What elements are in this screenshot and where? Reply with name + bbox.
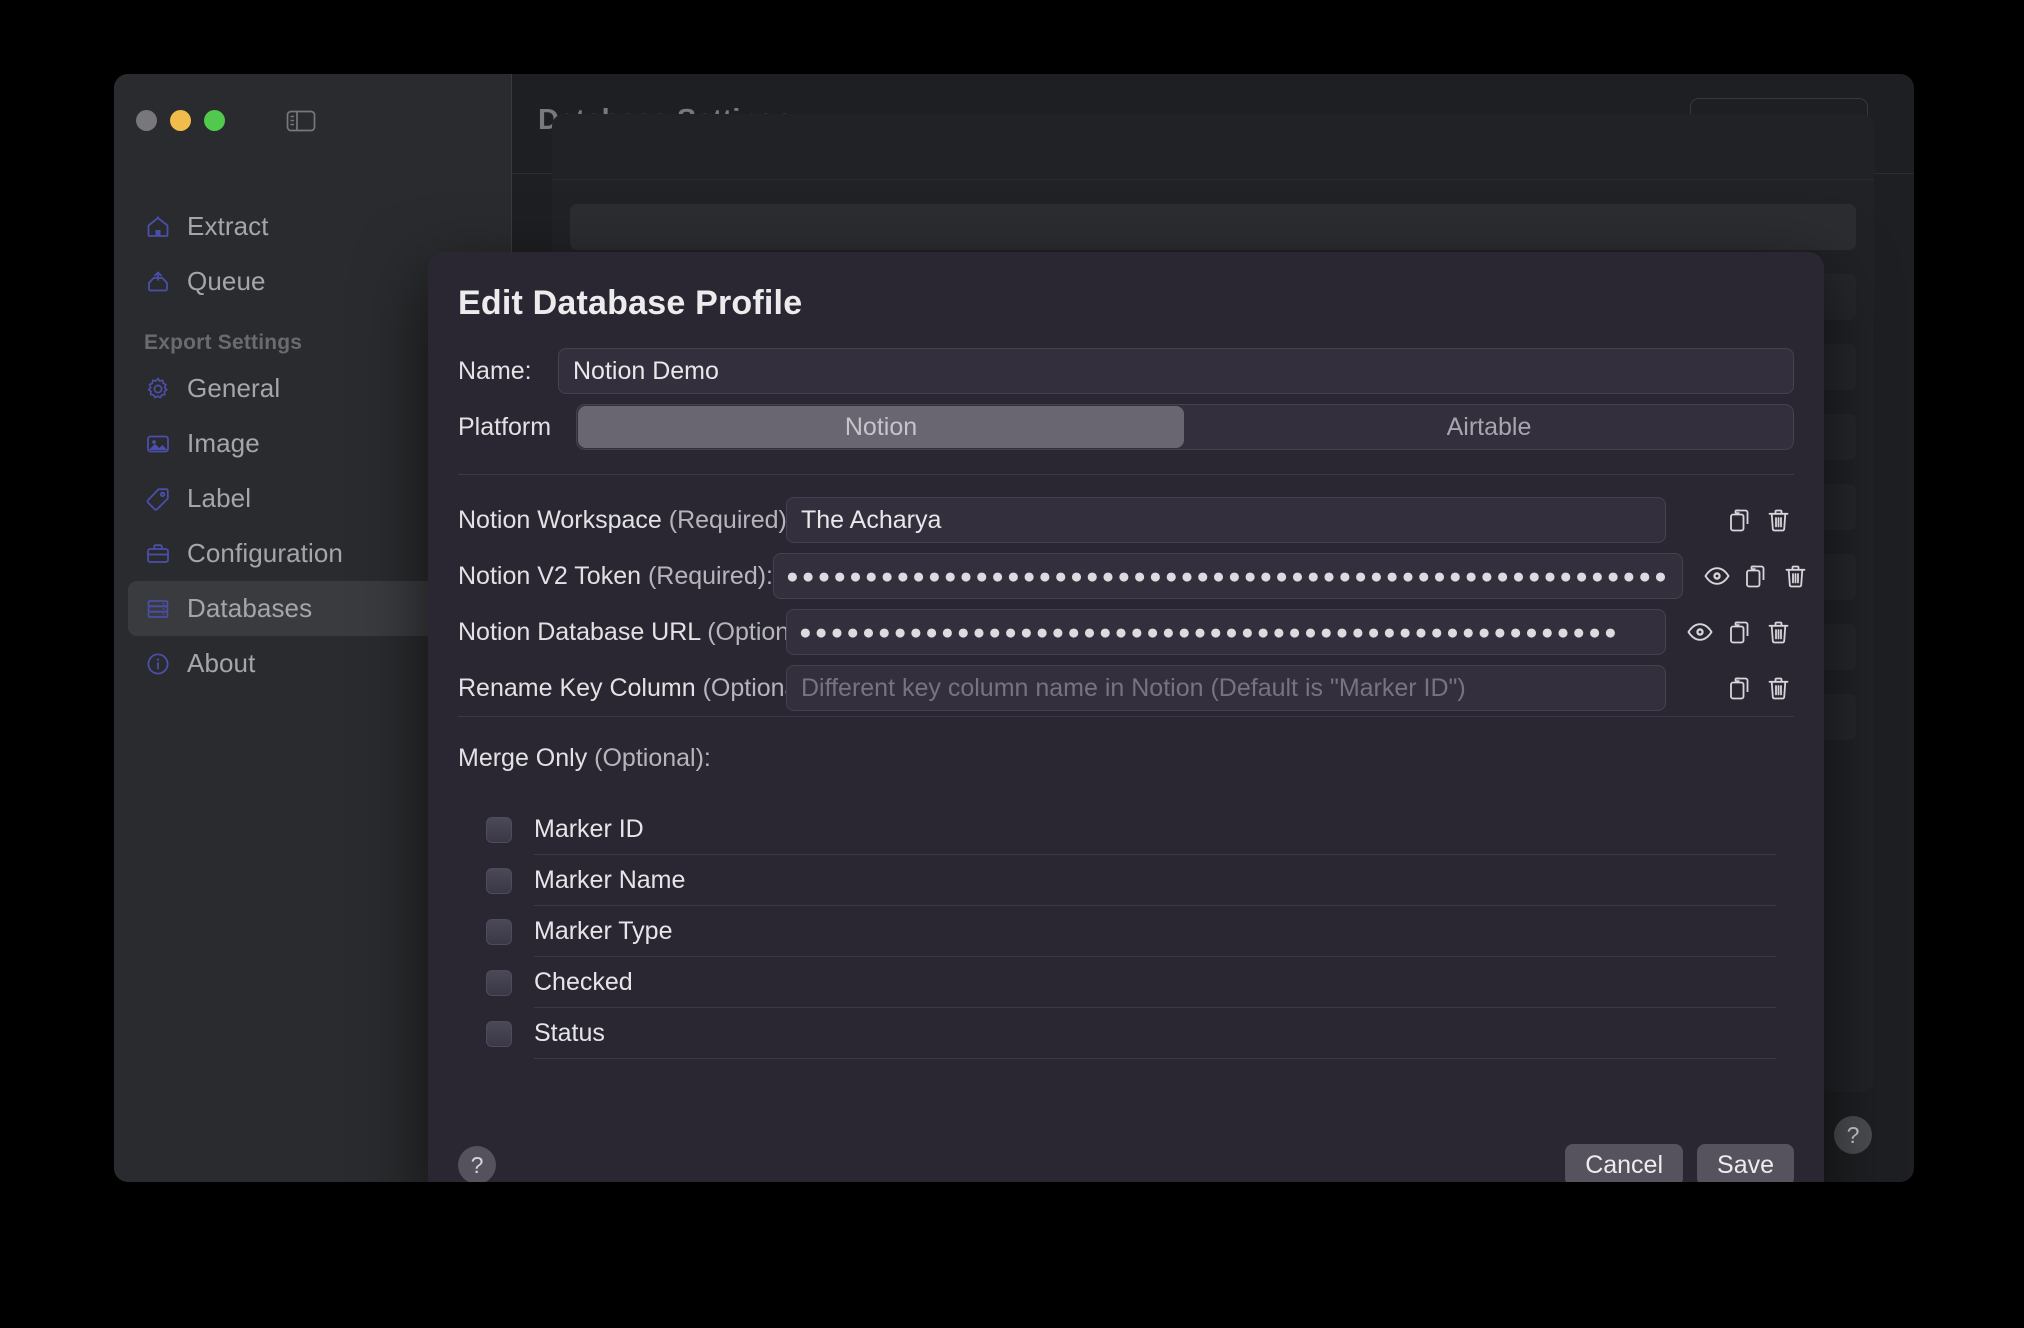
merge-item-label: Checked [534,967,633,996]
merge-checkbox-status[interactable] [486,1020,512,1047]
merge-item-label: Marker ID [534,814,644,843]
merge-item: Marker ID [486,804,1776,855]
sidebar-item-extract[interactable]: Extract [128,199,497,254]
eye-icon[interactable] [1701,557,1732,595]
sidebar-item-label: Image [187,428,260,458]
rename-key-column-row: Rename Key Column (Optional): [458,660,1794,716]
image-icon [144,430,172,458]
merge-item-label: Marker Type [534,916,673,945]
copy-icon[interactable] [1723,613,1754,651]
eye-icon-slot-empty [1684,669,1715,707]
merge-only-list: Marker ID Marker Name Marker Type Checke… [486,804,1776,1059]
sidebar-item-label: Extract [187,211,269,241]
rename-key-column-input[interactable] [786,665,1666,711]
divider [458,474,1794,475]
window-traffic-lights [136,110,225,131]
help-button[interactable]: ? [1834,1116,1872,1154]
gear-icon [144,375,172,403]
save-button[interactable]: Save [1697,1144,1794,1182]
merge-checkbox-marker-id[interactable] [486,816,512,843]
tag-icon [144,485,172,513]
eye-icon-slot-empty [1684,501,1715,539]
platform-label: Platform [458,412,552,441]
sidebar-item-label: Databases [187,593,313,623]
name-label: Name: [458,356,532,385]
copy-icon[interactable] [1723,669,1754,707]
background-row [570,204,1856,250]
merge-item: Marker Name [486,855,1776,906]
trash-icon[interactable] [1763,501,1794,539]
sidebar-item-label: Label [187,483,252,513]
platform-segmented-control: Notion Airtable [576,404,1794,450]
platform-option-airtable[interactable]: Airtable [1186,406,1792,448]
info-icon [144,650,172,678]
merge-item: Status [486,1008,1776,1059]
merge-item-label: Marker Name [534,865,686,894]
sidebar-item-label: About [187,648,256,678]
close-window-button[interactable] [136,110,157,131]
sidebar-item-label: Queue [187,266,266,296]
edit-database-profile-dialog: Edit Database Profile Name: Platform Not… [428,252,1824,1182]
name-row: Name: [458,348,1794,394]
inbox-upload-icon [144,268,172,296]
sidebar-toggle-icon[interactable] [280,106,322,136]
trash-icon[interactable] [1763,613,1794,651]
eye-icon[interactable] [1684,613,1715,651]
trash-icon[interactable] [1780,557,1811,595]
notion-v2-token-row: Notion V2 Token (Required): ●●●●●●●●●●●●… [458,548,1806,604]
cancel-button[interactable]: Cancel [1565,1144,1684,1182]
database-icon [144,595,172,623]
merge-only-title: Merge Only (Optional): [458,744,711,772]
sidebar-item-label: General [187,373,281,403]
merge-item: Marker Type [486,906,1776,957]
trash-icon[interactable] [1763,669,1794,707]
minimize-window-button[interactable] [170,110,191,131]
notion-workspace-label: Notion Workspace (Required): [458,505,794,534]
sidebar-item-label: Configuration [187,538,343,568]
app-window: Extract Queue Export Settings General Im… [114,74,1914,1182]
home-icon [144,213,172,241]
credentials-section: Notion Workspace (Required): The Acharya… [458,492,1806,716]
merge-checkbox-checked[interactable] [486,969,512,996]
rename-key-column-label: Rename Key Column (Optional): [458,673,820,702]
copy-icon[interactable] [1740,557,1771,595]
notion-database-url-row: Notion Database URL (Optional): ●●●●●●●●… [458,604,1794,660]
background-list-header [552,114,1874,180]
briefcase-icon [144,540,172,568]
merge-item-label: Status [534,1018,605,1047]
dialog-button-row: Cancel Save [1565,1144,1794,1182]
name-input[interactable] [558,348,1794,394]
notion-workspace-row: Notion Workspace (Required): [458,492,1794,548]
dialog-help-button[interactable]: ? [458,1146,496,1182]
merge-checkbox-marker-name[interactable] [486,867,512,894]
platform-option-notion[interactable]: Notion [578,406,1184,448]
notion-v2-token-label: Notion V2 Token (Required): [458,561,773,590]
notion-workspace-input[interactable] [786,497,1666,543]
merge-item: Checked [486,957,1776,1008]
maximize-window-button[interactable] [204,110,225,131]
notion-database-url-input[interactable]: ●●●●●●●●●●●●●●●●●●●●●●●●●●●●●●●●●●●●●●●●… [786,609,1666,655]
notion-v2-token-input[interactable]: ●●●●●●●●●●●●●●●●●●●●●●●●●●●●●●●●●●●●●●●●… [773,553,1683,599]
dialog-title: Edit Database Profile [458,284,803,322]
platform-row: Platform Notion Airtable [458,404,1794,450]
copy-icon[interactable] [1723,501,1754,539]
merge-checkbox-marker-type[interactable] [486,918,512,945]
notion-database-url-label: Notion Database URL (Optional): [458,617,824,646]
divider [458,716,1794,717]
